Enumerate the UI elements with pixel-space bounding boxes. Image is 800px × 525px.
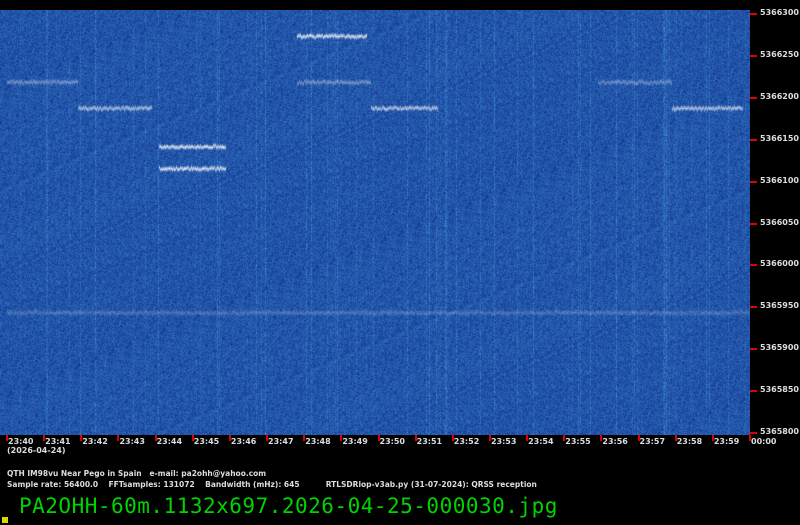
time-tick-label: 23:45: [193, 437, 220, 446]
freq-tick: [750, 264, 757, 267]
time-tick-label: 23:41: [45, 437, 71, 446]
freq-tick: [750, 390, 757, 393]
freq-tick-label: 5366300: [760, 8, 799, 17]
freq-tick-label: 5365950: [760, 301, 799, 311]
freq-tick-label: 5365900: [760, 343, 799, 353]
time-tick-label: 23:57: [639, 437, 666, 446]
time-tick-label: 23:51: [416, 437, 443, 446]
freq-tick: [750, 222, 757, 225]
freq-tick-label: 5366100: [760, 175, 799, 185]
freq-tick-label: 5366150: [760, 133, 799, 143]
freq-tick-label: 5366050: [760, 217, 799, 227]
freq-tick: [750, 13, 757, 15]
freq-tick-label: 5365800: [760, 427, 799, 436]
time-tick-label: 23:46: [230, 437, 257, 446]
receiver-info: Sample rate: 56400.0 FFTsamples: 131072 …: [7, 480, 537, 489]
freq-tick: [750, 348, 757, 351]
time-tick-label: 23:59: [713, 437, 740, 446]
freq-tick: [750, 96, 757, 99]
station-info: QTH IM98vu Near Pego in Spain e-mail: pa…: [7, 469, 267, 478]
time-tick-label: 23:40: [8, 437, 34, 446]
freq-tick-label: 5366250: [760, 49, 799, 59]
time-tick-label: 23:44: [156, 437, 183, 446]
waterfall-spectrogram: [0, 10, 750, 435]
time-tick-label: 00:00: [751, 437, 777, 446]
freq-tick: [750, 432, 757, 434]
freq-tick-label: 5365850: [760, 385, 799, 395]
freq-tick: [750, 54, 757, 57]
time-tick-label: 23:43: [119, 437, 145, 446]
freq-tick-label: 5366000: [760, 259, 799, 269]
freq-tick: [750, 138, 757, 141]
time-tick-label: 23:56: [602, 437, 628, 446]
corner-marker: [2, 517, 8, 523]
time-tick-label: 23:54: [528, 437, 554, 446]
time-tick-label: 23:42: [82, 437, 108, 446]
date-label: (2026-04-24): [7, 446, 66, 455]
time-tick-label: 23:55: [565, 437, 591, 446]
freq-tick: [750, 306, 757, 309]
freq-tick: [750, 180, 757, 183]
time-tick-label: 23:49: [342, 437, 368, 446]
filename-label: PA2OHH-60m.1132x697.2026-04-25-000030.jp…: [19, 494, 558, 518]
freq-tick-label: 5366200: [760, 91, 799, 101]
time-tick-label: 23:58: [676, 437, 703, 446]
time-tick-label: 23:50: [379, 437, 405, 446]
time-tick-label: 23:53: [490, 437, 517, 446]
time-tick-label: 23:48: [305, 437, 331, 446]
time-tick-label: 23:47: [268, 437, 294, 446]
time-tick-label: 23:52: [453, 437, 480, 446]
